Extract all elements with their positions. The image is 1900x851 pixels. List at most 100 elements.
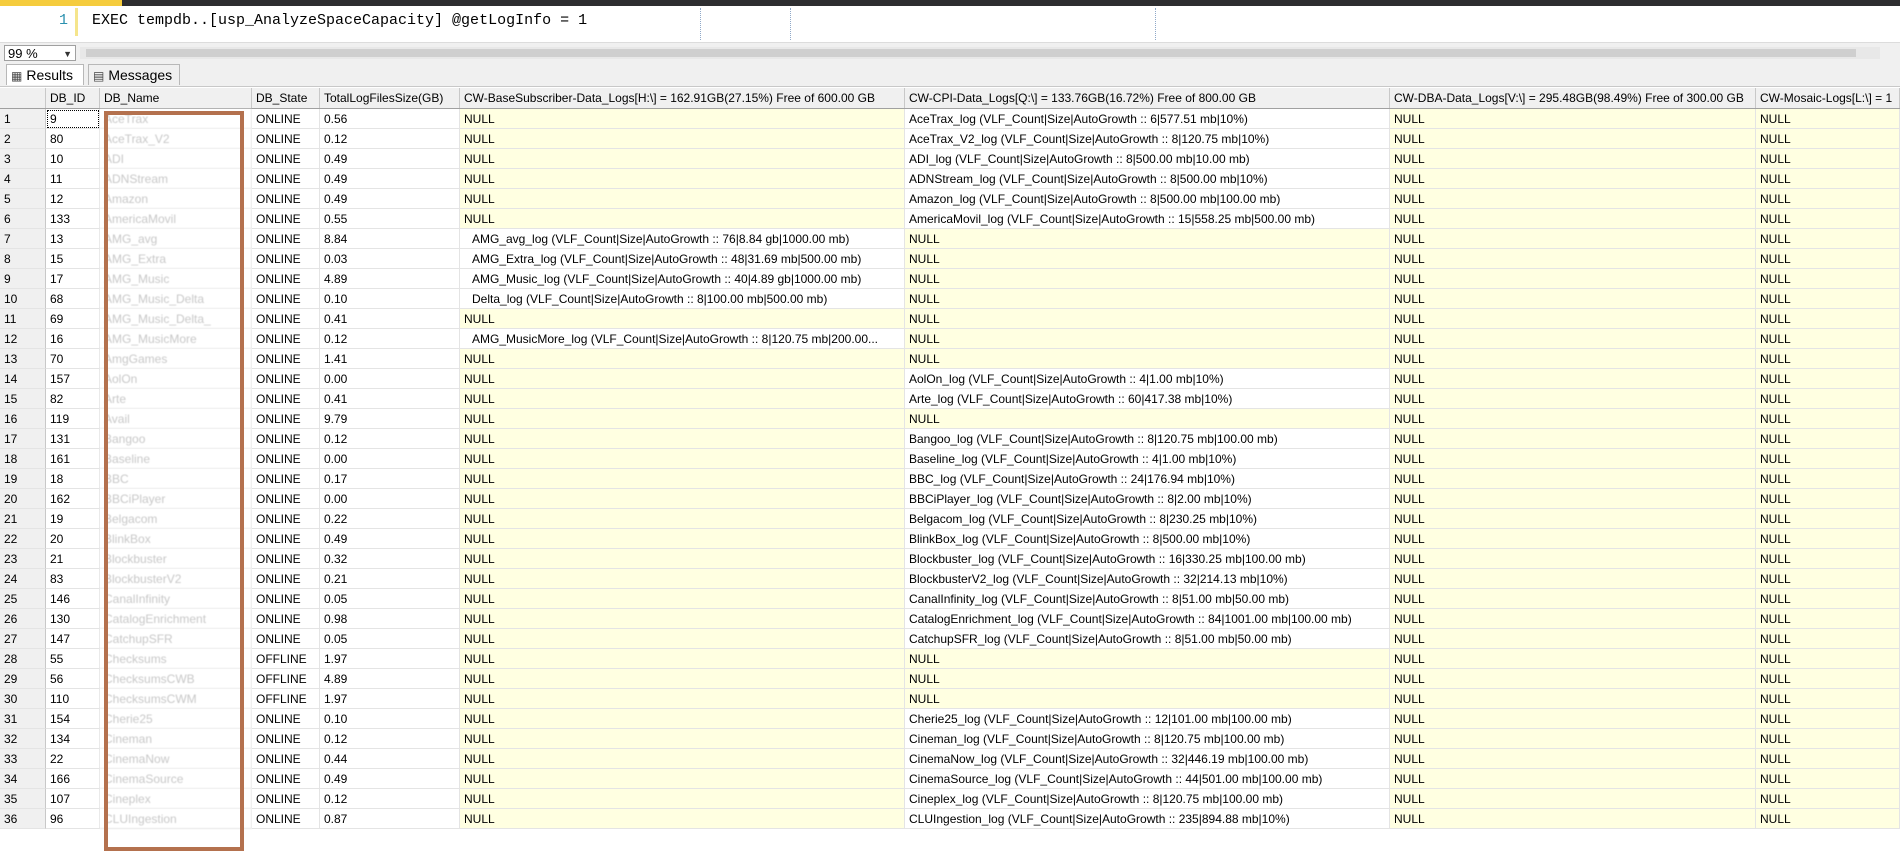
table-row[interactable]: 34 166 CinemaSource ONLINE 0.49 NULL CinemaSou…: [0, 769, 1900, 789]
chevron-down-icon[interactable]: ▼: [63, 46, 72, 62]
row-number[interactable]: 22: [0, 529, 46, 549]
h-drive-cell[interactable]: NULL: [460, 569, 905, 589]
db-state-cell[interactable]: ONLINE: [252, 729, 320, 749]
log-size-cell[interactable]: 4.89: [320, 269, 460, 289]
db-id-header[interactable]: DB_ID: [46, 88, 100, 108]
q-drive-cell[interactable]: Baseline_log (VLF_Count|Size|AutoGrowth …: [905, 449, 1390, 469]
h-drive-cell[interactable]: NULL: [460, 149, 905, 169]
log-size-cell[interactable]: 0.05: [320, 589, 460, 609]
scrollbar-thumb[interactable]: [86, 49, 1856, 57]
l-drive-cell[interactable]: NULL: [1756, 629, 1900, 649]
l-drive-cell[interactable]: NULL: [1756, 289, 1900, 309]
log-size-cell[interactable]: 9.79: [320, 409, 460, 429]
log-size-cell[interactable]: 0.12: [320, 329, 460, 349]
l-drive-cell[interactable]: NULL: [1756, 189, 1900, 209]
table-row[interactable]: 20 162 BBCiPlayer ONLINE 0.00 NULL BBCiPlayer_…: [0, 489, 1900, 509]
q-drive-cell[interactable]: BlockbusterV2_log (VLF_Count|Size|AutoGr…: [905, 569, 1390, 589]
db-id-cell[interactable]: 9: [46, 109, 100, 129]
l-drive-cell[interactable]: NULL: [1756, 349, 1900, 369]
l-drive-cell[interactable]: NULL: [1756, 129, 1900, 149]
total-log-size-header[interactable]: TotalLogFilesSize(GB): [320, 88, 460, 108]
row-number[interactable]: 5: [0, 189, 46, 209]
row-number[interactable]: 21: [0, 509, 46, 529]
table-row[interactable]: 33 22 CinemaNow ONLINE 0.44 NULL CinemaNow_log…: [0, 749, 1900, 769]
table-row[interactable]: 19 18 BBC ONLINE 0.17 NULL BBC_log (VLF_Count|…: [0, 469, 1900, 489]
table-row[interactable]: 7 13 AMG_avg ONLINE 8.84 AMG_avg_log (VLF_Cou…: [0, 229, 1900, 249]
row-number-header[interactable]: [0, 88, 46, 108]
v-drive-header[interactable]: CW-DBA-Data_Logs[V:\] = 295.48GB(98.49%)…: [1390, 88, 1756, 108]
db-id-cell[interactable]: 166: [46, 769, 100, 789]
db-state-cell[interactable]: ONLINE: [252, 549, 320, 569]
v-drive-cell[interactable]: NULL: [1390, 529, 1756, 549]
v-drive-cell[interactable]: NULL: [1390, 389, 1756, 409]
db-id-cell[interactable]: 13: [46, 229, 100, 249]
v-drive-cell[interactable]: NULL: [1390, 149, 1756, 169]
row-number[interactable]: 4: [0, 169, 46, 189]
row-number[interactable]: 33: [0, 749, 46, 769]
log-size-cell[interactable]: 0.49: [320, 149, 460, 169]
row-number[interactable]: 29: [0, 669, 46, 689]
h-drive-cell[interactable]: NULL: [460, 809, 905, 829]
db-id-cell[interactable]: 17: [46, 269, 100, 289]
v-drive-cell[interactable]: NULL: [1390, 629, 1756, 649]
row-number[interactable]: 14: [0, 369, 46, 389]
log-size-cell[interactable]: 0.41: [320, 389, 460, 409]
editor-horizontal-scrollbar[interactable]: [80, 47, 1880, 59]
h-drive-cell[interactable]: AMG_Music_log (VLF_Count|Size|AutoGrowth…: [460, 269, 905, 289]
table-row[interactable]: 28 55 Checksums OFFLINE 1.97 NULL NULL NULL NULL: [0, 649, 1900, 669]
table-row[interactable]: 11 69 AMG_Music_Delta_ ONLINE 0.41 NULL NULL NU…: [0, 309, 1900, 329]
row-number[interactable]: 13: [0, 349, 46, 369]
q-drive-cell[interactable]: AmericaMovil_log (VLF_Count|Size|AutoGro…: [905, 209, 1390, 229]
log-size-cell[interactable]: 0.00: [320, 449, 460, 469]
db-state-cell[interactable]: ONLINE: [252, 409, 320, 429]
row-number[interactable]: 31: [0, 709, 46, 729]
v-drive-cell[interactable]: NULL: [1390, 789, 1756, 809]
log-size-cell[interactable]: 1.97: [320, 689, 460, 709]
db-state-cell[interactable]: ONLINE: [252, 329, 320, 349]
log-size-cell[interactable]: 8.84: [320, 229, 460, 249]
h-drive-cell[interactable]: NULL: [460, 509, 905, 529]
db-id-cell[interactable]: 68: [46, 289, 100, 309]
q-drive-cell[interactable]: CinemaNow_log (VLF_Count|Size|AutoGrowth…: [905, 749, 1390, 769]
h-drive-cell[interactable]: NULL: [460, 409, 905, 429]
row-number[interactable]: 32: [0, 729, 46, 749]
row-number[interactable]: 16: [0, 409, 46, 429]
db-state-cell[interactable]: ONLINE: [252, 769, 320, 789]
log-size-cell[interactable]: 0.98: [320, 609, 460, 629]
db-state-cell[interactable]: ONLINE: [252, 809, 320, 829]
h-drive-cell[interactable]: AMG_avg_log (VLF_Count|Size|AutoGrowth :…: [460, 229, 905, 249]
db-state-cell[interactable]: ONLINE: [252, 109, 320, 129]
db-state-cell[interactable]: OFFLINE: [252, 649, 320, 669]
log-size-cell[interactable]: 0.17: [320, 469, 460, 489]
q-drive-cell[interactable]: AceTrax_V2_log (VLF_Count|Size|AutoGrowt…: [905, 129, 1390, 149]
q-drive-cell[interactable]: ADNStream_log (VLF_Count|Size|AutoGrowth…: [905, 169, 1390, 189]
q-drive-cell[interactable]: NULL: [905, 349, 1390, 369]
l-drive-cell[interactable]: NULL: [1756, 169, 1900, 189]
v-drive-cell[interactable]: NULL: [1390, 709, 1756, 729]
db-id-cell[interactable]: 96: [46, 809, 100, 829]
table-row[interactable]: 14 157 AolOn ONLINE 0.00 NULL AolOn_log (VLF_C…: [0, 369, 1900, 389]
row-number[interactable]: 18: [0, 449, 46, 469]
db-state-cell[interactable]: ONLINE: [252, 189, 320, 209]
v-drive-cell[interactable]: NULL: [1390, 569, 1756, 589]
table-row[interactable]: 25 146 CanalInfinity ONLINE 0.05 NULL CanalInf…: [0, 589, 1900, 609]
q-drive-cell[interactable]: Cherie25_log (VLF_Count|Size|AutoGrowth …: [905, 709, 1390, 729]
log-size-cell[interactable]: 0.22: [320, 509, 460, 529]
v-drive-cell[interactable]: NULL: [1390, 509, 1756, 529]
code-line[interactable]: EXEC tempdb..[usp_AnalyzeSpaceCapacity] …: [92, 12, 587, 29]
h-drive-cell[interactable]: NULL: [460, 209, 905, 229]
db-id-cell[interactable]: 110: [46, 689, 100, 709]
db-id-cell[interactable]: 69: [46, 309, 100, 329]
db-id-cell[interactable]: 19: [46, 509, 100, 529]
db-id-cell[interactable]: 55: [46, 649, 100, 669]
table-row[interactable]: 15 82 Arte ONLINE 0.41 NULL Arte_log (VLF_Coun…: [0, 389, 1900, 409]
v-drive-cell[interactable]: NULL: [1390, 689, 1756, 709]
db-state-cell[interactable]: ONLINE: [252, 149, 320, 169]
db-id-cell[interactable]: 131: [46, 429, 100, 449]
h-drive-cell[interactable]: NULL: [460, 589, 905, 609]
table-row[interactable]: 8 15 AMG_Extra ONLINE 0.03 AMG_Extra_log (VLF…: [0, 249, 1900, 269]
row-number[interactable]: 34: [0, 769, 46, 789]
h-drive-cell[interactable]: NULL: [460, 349, 905, 369]
v-drive-cell[interactable]: NULL: [1390, 489, 1756, 509]
table-row[interactable]: 18 161 Baseline ONLINE 0.00 NULL Baseline_log …: [0, 449, 1900, 469]
